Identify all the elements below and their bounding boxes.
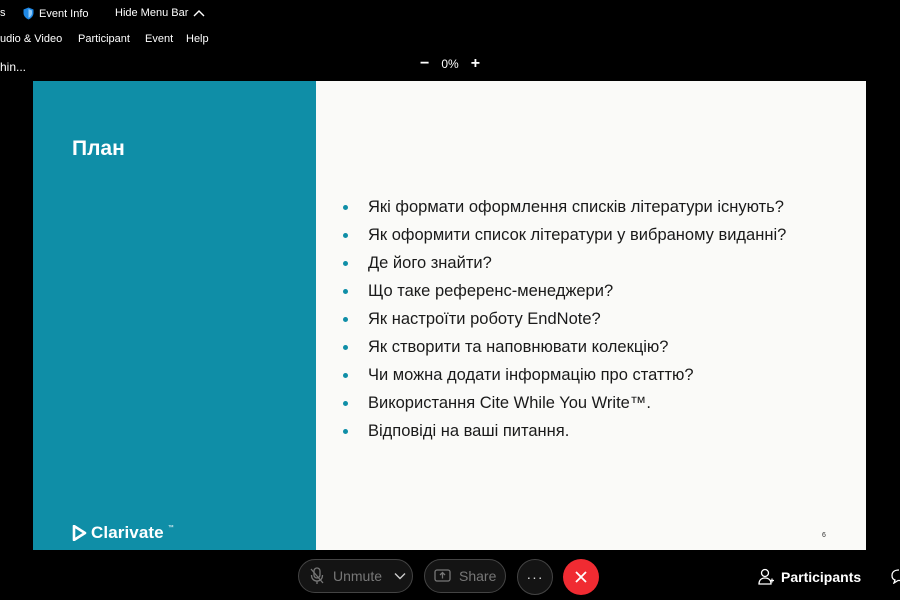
- slide-title: План: [72, 137, 125, 160]
- unmute-button[interactable]: Unmute: [298, 559, 413, 593]
- microphone-muted-icon: [310, 567, 324, 584]
- bullet-text: Які формати оформлення списків літератур…: [368, 197, 784, 216]
- logo-text: Clarivate: [91, 523, 164, 542]
- event-info-label: Event Info: [39, 7, 89, 20]
- menu-bar: udio & Video Participant Event Help: [0, 31, 900, 49]
- bullet-dot-icon: [343, 204, 348, 210]
- top-bar-partial-item[interactable]: s: [0, 7, 6, 19]
- bullet-item: Як оформити список літератури у вибраном…: [343, 221, 786, 249]
- menu-audio-video[interactable]: udio & Video: [0, 33, 62, 45]
- participants-button[interactable]: Participants: [758, 568, 861, 585]
- end-call-button[interactable]: [563, 559, 599, 595]
- more-options-button[interactable]: ···: [517, 559, 553, 595]
- bullet-text: Де його знайти?: [368, 253, 492, 272]
- participants-label: Participants: [781, 568, 862, 585]
- top-bar: s Event Info Hide Menu Bar: [0, 0, 900, 28]
- share-button[interactable]: Share: [424, 559, 506, 593]
- chat-button[interactable]: [890, 568, 900, 589]
- bullet-item: Як створити та наповнювати колекцію?: [343, 333, 786, 361]
- slide-page-number: 6: [822, 532, 826, 539]
- bullet-text: Використання Cite While You Write™.: [368, 393, 651, 412]
- share-screen-icon: [434, 569, 451, 582]
- person-icon: [758, 568, 774, 585]
- hide-menu-bar-button[interactable]: Hide Menu Bar: [115, 7, 205, 19]
- bullet-text: Чи можна додати інформацію про статтю?: [368, 365, 694, 384]
- bullet-item: Відповіді на ваші питання.: [343, 417, 786, 445]
- bullet-item: Чи можна додати інформацію про статтю?: [343, 361, 786, 389]
- bullet-dot-icon: [343, 316, 348, 322]
- share-label: Share: [459, 568, 497, 584]
- bullet-dot-icon: [343, 232, 348, 238]
- zoom-in-button[interactable]: +: [471, 56, 480, 72]
- hide-menu-bar-label: Hide Menu Bar: [115, 7, 189, 19]
- bullet-item: Що таке референс-менеджери?: [343, 277, 786, 305]
- bullet-item: Використання Cite While You Write™.: [343, 389, 786, 417]
- shield-icon: [23, 7, 34, 20]
- menu-participant[interactable]: Participant: [78, 33, 130, 45]
- bullet-dot-icon: [343, 344, 348, 350]
- bullet-text: Як оформити список літератури у вибраном…: [368, 225, 787, 244]
- bullet-text: Що таке референс-менеджери?: [368, 281, 614, 300]
- chevron-down-icon[interactable]: [394, 572, 406, 580]
- bullet-item: Як настроїти роботу EndNote?: [343, 305, 786, 333]
- close-icon: [575, 571, 587, 583]
- bullet-dot-icon: [343, 400, 348, 406]
- chat-bubble-icon: [891, 569, 900, 585]
- clarivate-mark-icon: [72, 525, 87, 541]
- zoom-out-button[interactable]: −: [420, 56, 429, 72]
- menu-event[interactable]: Event: [145, 33, 173, 45]
- chevron-up-icon: [193, 10, 205, 17]
- bullet-dot-icon: [343, 260, 348, 266]
- clarivate-logo: Clarivate ™: [72, 523, 174, 543]
- bullet-text: Відповіді на ваші питання.: [368, 421, 570, 440]
- logo-trademark: ™: [167, 525, 174, 531]
- bullet-text: Як настроїти роботу EndNote?: [368, 309, 601, 328]
- shared-slide: План Які формати оформлення списків літе…: [33, 81, 866, 550]
- sharing-status-text: hin...: [0, 60, 27, 74]
- bullet-dot-icon: [343, 372, 348, 378]
- bullet-dot-icon: [343, 428, 348, 434]
- unmute-label: Unmute: [333, 568, 383, 584]
- bullet-item: Де його знайти?: [343, 249, 786, 277]
- slide-bullet-list: Які формати оформлення списків літератур…: [343, 193, 786, 445]
- event-info-button[interactable]: Event Info: [23, 7, 89, 20]
- zoom-controls: − 0% +: [420, 56, 480, 72]
- bullet-item: Які формати оформлення списків літератур…: [343, 193, 786, 221]
- zoom-level: 0%: [441, 57, 459, 71]
- bullet-text: Як створити та наповнювати колекцію?: [368, 337, 669, 356]
- meeting-controls: Unmute Share ··· Participants: [0, 556, 900, 600]
- menu-help[interactable]: Help: [186, 33, 209, 45]
- bullet-dot-icon: [343, 288, 348, 294]
